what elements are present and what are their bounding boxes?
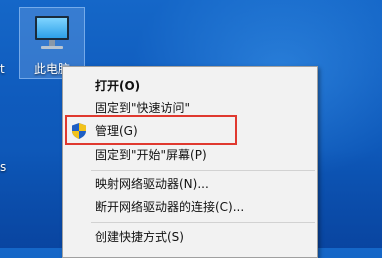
menu-item-disconnect-network-drive-label: 断开网络驱动器的连接(C)... bbox=[95, 200, 245, 214]
desktop-edge-text-top: t bbox=[0, 62, 5, 76]
menu-item-manage-label: 管理(G) bbox=[95, 124, 138, 138]
menu-item-pin-quick-access-label: 固定到"快速访问" bbox=[95, 101, 191, 115]
uac-shield-icon bbox=[72, 123, 86, 139]
menu-item-open-label: 打开(O) bbox=[95, 79, 141, 93]
menu-item-manage[interactable]: 管理(G) bbox=[63, 120, 317, 142]
menu-item-create-shortcut-label: 创建快捷方式(S) bbox=[95, 230, 184, 244]
menu-item-create-shortcut[interactable]: 创建快捷方式(S) bbox=[63, 226, 317, 248]
context-menu: 打开(O) 固定到"快速访问" 管理(G) 固定到"开始"屏幕(P) 映射网络驱… bbox=[62, 66, 318, 258]
menu-item-map-network-drive-label: 映射网络驱动器(N)... bbox=[95, 177, 209, 191]
menu-item-pin-start-label: 固定到"开始"屏幕(P) bbox=[95, 148, 207, 162]
menu-item-disconnect-network-drive[interactable]: 断开网络驱动器的连接(C)... bbox=[63, 196, 317, 218]
computer-monitor-icon bbox=[35, 16, 69, 49]
menu-separator bbox=[91, 222, 315, 223]
menu-item-map-network-drive[interactable]: 映射网络驱动器(N)... bbox=[63, 173, 317, 195]
menu-item-pin-start[interactable]: 固定到"开始"屏幕(P) bbox=[63, 144, 317, 166]
menu-item-open[interactable]: 打开(O) bbox=[63, 75, 317, 97]
desktop-edge-text-bottom: s bbox=[0, 160, 7, 174]
menu-separator bbox=[91, 170, 315, 171]
menu-item-pin-quick-access[interactable]: 固定到"快速访问" bbox=[63, 97, 317, 119]
